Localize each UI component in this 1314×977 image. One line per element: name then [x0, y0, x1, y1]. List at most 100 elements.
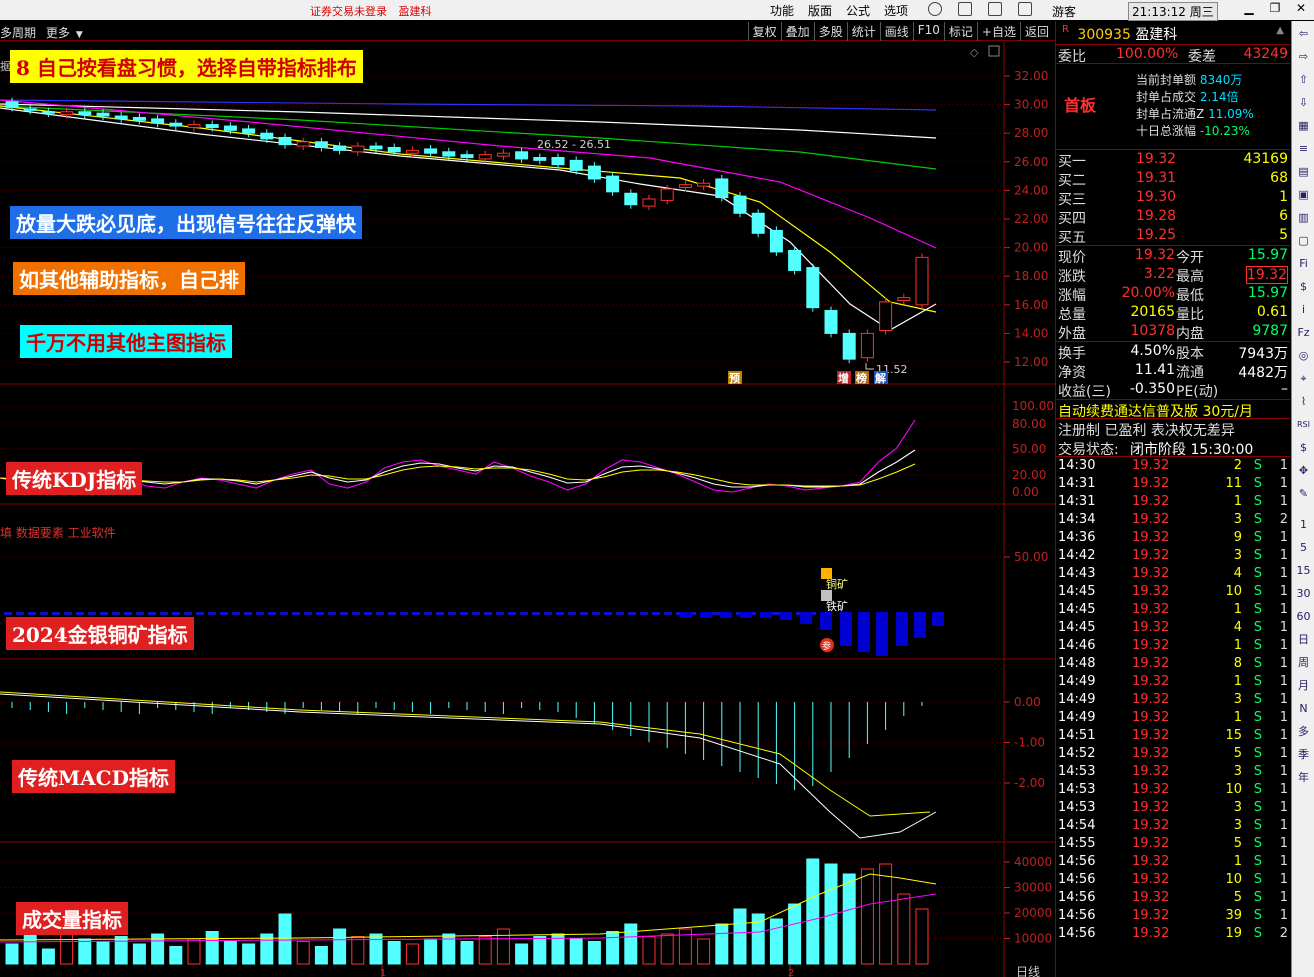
candle[interactable]: [806, 267, 820, 309]
candle[interactable]: [278, 136, 292, 146]
candle[interactable]: [788, 249, 802, 271]
volume-bar[interactable]: [569, 938, 583, 965]
candle[interactable]: [405, 149, 419, 154]
tick-list[interactable]: 14:30 19.32 2 S 1 14:31 19.32 11 S 1 14:31 19.32 1 S 1…: [1056, 457, 1290, 943]
period-8[interactable]: N: [1295, 700, 1312, 717]
badge-forecast[interactable]: 预: [729, 371, 740, 385]
volume-bar[interactable]: [460, 941, 474, 965]
close-icon[interactable]: ✕: [1292, 1, 1310, 17]
volume-bar[interactable]: [114, 936, 128, 965]
volume-bar[interactable]: [533, 936, 547, 965]
candle[interactable]: [187, 124, 201, 128]
arrow-left-icon[interactable]: ⇦: [1295, 25, 1312, 42]
fin-icon[interactable]: Fi: [1295, 255, 1312, 272]
candle[interactable]: [551, 157, 565, 166]
volume-bar[interactable]: [333, 928, 347, 965]
candle[interactable]: [223, 125, 237, 131]
menu-function[interactable]: 功能: [770, 2, 794, 19]
volume-bar[interactable]: [5, 943, 19, 965]
draw-line-button[interactable]: 画线: [879, 22, 913, 41]
volume-bar[interactable]: [78, 938, 92, 965]
pane-toggle-icon[interactable]: [988, 45, 1000, 57]
volume-bar[interactable]: [41, 948, 55, 965]
volume-bar[interactable]: [788, 903, 802, 965]
candle[interactable]: [369, 145, 383, 150]
rsi-icon[interactable]: RSI: [1295, 416, 1312, 433]
volume-bar[interactable]: [23, 933, 37, 965]
volume-bar[interactable]: [733, 908, 747, 965]
bid-row[interactable]: 买三 19.30 1: [1056, 188, 1290, 208]
candle[interactable]: [660, 188, 674, 201]
candle[interactable]: [296, 141, 310, 147]
candle[interactable]: [424, 148, 438, 154]
volume-bar[interactable]: [769, 918, 783, 965]
fin2-icon[interactable]: Fz: [1295, 324, 1312, 341]
volume-bar[interactable]: [296, 941, 310, 965]
refresh-icon[interactable]: [928, 2, 942, 16]
candle[interactable]: [860, 332, 874, 359]
volume-bar[interactable]: [169, 946, 183, 965]
candle[interactable]: [314, 141, 328, 148]
menu-options[interactable]: 选项: [884, 2, 908, 19]
doc-icon[interactable]: ▥: [1295, 209, 1312, 226]
volume-bar[interactable]: [915, 908, 929, 965]
candle[interactable]: [569, 159, 583, 171]
candle[interactable]: [169, 122, 183, 127]
candle[interactable]: [915, 256, 929, 306]
volume-bar[interactable]: [697, 938, 711, 965]
period-9[interactable]: 多: [1295, 723, 1312, 740]
more-button[interactable]: 更多: [46, 26, 70, 40]
fuquan-button[interactable]: 复权: [747, 22, 781, 41]
badge-ranking[interactable]: 榜: [856, 371, 867, 385]
restore-icon[interactable]: ❐: [1266, 1, 1284, 17]
back-button[interactable]: 返回: [1019, 22, 1053, 41]
volume-bar[interactable]: [879, 863, 893, 965]
candle[interactable]: [478, 154, 492, 160]
volume-bar[interactable]: [587, 941, 601, 965]
candle[interactable]: [515, 151, 529, 160]
candle[interactable]: [824, 310, 838, 334]
candle[interactable]: [897, 297, 911, 302]
candle[interactable]: [751, 212, 765, 234]
screen-icon[interactable]: [1018, 2, 1032, 16]
bid-row[interactable]: 买四 19.28 6: [1056, 207, 1290, 227]
candle[interactable]: [96, 112, 110, 117]
volume-bar[interactable]: [624, 923, 638, 965]
candle[interactable]: [78, 111, 92, 116]
promo-row[interactable]: 自动续费通达信普及版 30元/月: [1056, 400, 1290, 420]
volume-bar[interactable]: [369, 933, 383, 965]
candle[interactable]: [351, 145, 365, 153]
period-1[interactable]: 5: [1295, 539, 1312, 556]
bid-row[interactable]: 买五 19.25 5: [1056, 226, 1290, 246]
volume-bar[interactable]: [405, 943, 419, 965]
candle[interactable]: [41, 111, 55, 114]
f10-button[interactable]: F10: [912, 22, 944, 41]
volume-bar[interactable]: [860, 868, 874, 965]
period-4[interactable]: 60: [1295, 608, 1312, 625]
volume-bar[interactable]: [606, 931, 620, 965]
list-icon[interactable]: ≡: [1295, 140, 1312, 157]
candle[interactable]: [442, 151, 456, 157]
candle[interactable]: [733, 195, 747, 214]
target-icon[interactable]: ◎: [1295, 347, 1312, 364]
chart-icon[interactable]: ▤: [1295, 163, 1312, 180]
pencil-icon[interactable]: ✎: [1295, 485, 1312, 502]
volume-bar[interactable]: [242, 943, 256, 965]
dollar-icon[interactable]: $: [1295, 278, 1312, 295]
stats-button[interactable]: 统计: [846, 22, 880, 41]
candle[interactable]: [624, 192, 638, 206]
candle[interactable]: [496, 152, 510, 157]
volume-bar[interactable]: [314, 946, 328, 965]
candle[interactable]: [205, 124, 219, 128]
candle[interactable]: [533, 157, 547, 161]
diamond-icon[interactable]: ◇: [970, 46, 979, 59]
bid-row[interactable]: 买二 19.31 68: [1056, 169, 1290, 189]
volume-bar[interactable]: [96, 941, 110, 965]
chart-canvas[interactable]: 32.0030.0028.0026.0024.0022.0020.0018.00…: [0, 42, 1055, 977]
candle[interactable]: [5, 101, 19, 108]
candle[interactable]: [60, 111, 74, 116]
candle[interactable]: [642, 198, 656, 207]
bid-row[interactable]: 买一 19.32 43169: [1056, 150, 1290, 170]
volume-bar[interactable]: [806, 858, 820, 965]
volume-bar[interactable]: [424, 938, 438, 965]
